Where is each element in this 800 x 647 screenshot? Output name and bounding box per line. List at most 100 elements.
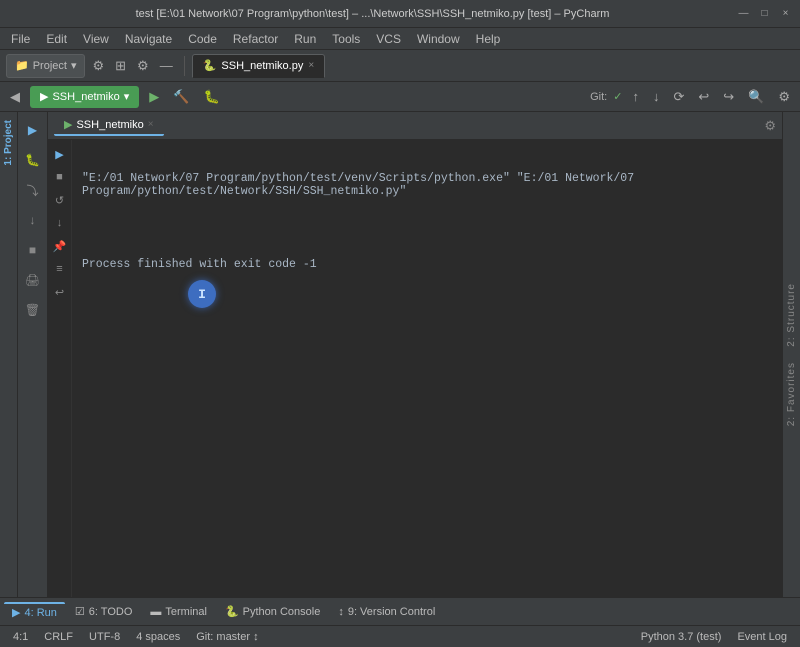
right-tabs: 2: Structure 2: Favorites	[782, 112, 800, 597]
title-controls: — □ ×	[737, 7, 792, 20]
python-console-btn[interactable]: 🐍 Python Console	[217, 603, 328, 620]
tab-close-btn[interactable]: ×	[308, 60, 314, 71]
chevron-down-icon: ▾	[71, 59, 77, 72]
run-scroll-btn[interactable]: ↓	[50, 213, 70, 233]
run-side-buttons: ▶ ■ ↺ ↓ 📌 ≡ ↩	[48, 140, 72, 597]
menu-edit[interactable]: Edit	[39, 30, 74, 48]
close-btn[interactable]: ×	[779, 7, 792, 20]
terminal-label: Terminal	[165, 606, 207, 618]
step-over-icon[interactable]: ⤵	[20, 177, 46, 203]
toolbar-settings-icon[interactable]: ⚙	[88, 56, 108, 76]
minimize-btn[interactable]: —	[737, 7, 750, 20]
run-wrap-btn[interactable]: ↩	[50, 282, 70, 302]
run-play-icon[interactable]: ▶	[145, 87, 163, 107]
menu-navigate[interactable]: Navigate	[118, 30, 179, 48]
git-history-icon[interactable]: ⟳	[669, 87, 688, 107]
project-section: 📁 Project ▾ ⚙ ⊞ ⚙ —	[6, 54, 177, 78]
run-icon: ▶	[40, 90, 48, 103]
menu-run[interactable]: Run	[287, 30, 323, 48]
menu-help[interactable]: Help	[469, 30, 508, 48]
run-filter-btn[interactable]: ≡	[50, 259, 70, 279]
todo-bottom-btn[interactable]: ☑ 6: TODO	[67, 603, 140, 620]
project-button[interactable]: 📁 Project ▾	[6, 54, 85, 78]
terminal-output[interactable]: "E:/01 Network/07 Program/python/test/ve…	[72, 140, 782, 597]
encoding[interactable]: UTF-8	[84, 631, 125, 643]
python-console-icon: 🐍	[225, 605, 239, 618]
run-panel-settings-icon[interactable]: ⚙	[764, 118, 776, 134]
menu-vcs[interactable]: VCS	[369, 30, 408, 48]
main-area: 1: Project ▶ 🐛 ⤵ ↓ ■ 🖨 🗑 ▶ SSH_netmiko ×…	[0, 112, 800, 597]
menu-refactor[interactable]: Refactor	[226, 30, 285, 48]
run-back-icon[interactable]: ◀	[6, 87, 24, 107]
exit-line: Process finished with exit code -1	[82, 258, 772, 271]
toolbar-minus-icon[interactable]: —	[156, 56, 177, 75]
run-chevron-icon: ▾	[124, 90, 130, 103]
python-interpreter[interactable]: Python 3.7 (test)	[636, 631, 727, 643]
stop-sidebar-icon[interactable]: ■	[20, 237, 46, 263]
favorites-tab[interactable]: 2: Favorites	[784, 354, 799, 434]
version-control-icon: ↕	[338, 606, 344, 618]
run-bottom-icon: ▶	[12, 606, 20, 619]
todo-label: 6: TODO	[89, 606, 133, 618]
git-push-icon[interactable]: ↓	[649, 87, 664, 106]
trash-icon[interactable]: 🗑	[20, 297, 46, 323]
git-undo-icon[interactable]: ↩	[694, 87, 713, 107]
status-bar: 4:1 CRLF UTF-8 4 spaces Git: master ↕ Py…	[0, 625, 800, 647]
run-tab-close-btn[interactable]: ×	[148, 119, 154, 130]
run-sidebar-icon[interactable]: ▶	[20, 117, 46, 143]
project-sidebar[interactable]: 1: Project	[0, 112, 18, 597]
title-bar: test [E:\01 Network\07 Program\python\te…	[0, 0, 800, 28]
terminal-icon: ▬	[150, 606, 161, 618]
print-icon[interactable]: 🖨	[20, 267, 46, 293]
settings-icon[interactable]: ⚙	[774, 87, 794, 107]
git-status[interactable]: Git: master ↕	[191, 631, 263, 643]
debug-sidebar-icon[interactable]: 🐛	[20, 147, 46, 173]
main-toolbar: 📁 Project ▾ ⚙ ⊞ ⚙ — 🐍 SSH_netmiko.py ×	[0, 50, 800, 82]
toolbar-gear-icon[interactable]: ⚙	[133, 56, 153, 76]
menu-file[interactable]: File	[4, 30, 37, 48]
cursor-position[interactable]: 4:1	[8, 631, 33, 643]
title-text: test [E:\01 Network\07 Program\python\te…	[8, 8, 737, 20]
line-ending[interactable]: CRLF	[39, 631, 78, 643]
menu-window[interactable]: Window	[410, 30, 467, 48]
step-into-icon[interactable]: ↓	[20, 207, 46, 233]
structure-tab[interactable]: 2: Structure	[784, 275, 799, 355]
left-tool-strip: ▶ 🐛 ⤵ ↓ ■ 🖨 🗑	[18, 112, 48, 597]
run-rerun-side-btn[interactable]: ↺	[50, 190, 70, 210]
run-stop-side-btn[interactable]: ■	[50, 167, 70, 187]
toolbar-separator	[184, 56, 185, 76]
menu-view[interactable]: View	[76, 30, 116, 48]
menu-code[interactable]: Code	[181, 30, 224, 48]
bottom-toolbar: ▶ 4: Run ☑ 6: TODO ▬ Terminal 🐍 Python C…	[0, 597, 800, 625]
command-line: "E:/01 Network/07 Program/python/test/ve…	[82, 172, 772, 198]
project-panel-label[interactable]: 1: Project	[1, 112, 16, 174]
git-update-icon[interactable]: ↑	[628, 87, 643, 106]
run-tab[interactable]: ▶ SSH_netmiko ×	[54, 115, 164, 136]
project-label: Project	[33, 60, 67, 72]
tab-label: SSH_netmiko.py	[221, 60, 303, 72]
run-config-btn[interactable]: ▶ SSH_netmiko ▾	[30, 86, 139, 108]
menu-tools[interactable]: Tools	[325, 30, 367, 48]
cursor-indicator: I	[188, 280, 216, 308]
search-everywhere-icon[interactable]: 🔍	[744, 87, 768, 107]
run-pin-btn[interactable]: 📌	[50, 236, 70, 256]
folder-icon: 📁	[15, 59, 29, 72]
ssh-netmiko-tab[interactable]: 🐍 SSH_netmiko.py ×	[192, 54, 325, 78]
run-content: ▶ ■ ↺ ↓ 📌 ≡ ↩ "E:/01 Network/07 Program/…	[48, 140, 782, 597]
run-debug-icon[interactable]: 🐛	[199, 87, 223, 107]
indent-setting[interactable]: 4 spaces	[131, 631, 185, 643]
run-toolbar: ◀ ▶ SSH_netmiko ▾ ▶ 🔨 🐛 Git: ✓ ↑ ↓ ⟳ ↩ ↪…	[0, 82, 800, 112]
version-control-btn[interactable]: ↕ 9: Version Control	[330, 604, 443, 620]
run-tab-bar: ▶ SSH_netmiko × ⚙	[48, 112, 782, 140]
terminal-bottom-btn[interactable]: ▬ Terminal	[142, 604, 215, 620]
toolbar-layout-icon[interactable]: ⊞	[111, 56, 130, 76]
git-redo-icon[interactable]: ↪	[719, 87, 738, 107]
run-build-icon[interactable]: 🔨	[169, 87, 193, 107]
run-config-label: SSH_netmiko	[52, 91, 119, 103]
run-play-side-btn[interactable]: ▶	[50, 144, 70, 164]
run-tab-icon: ▶	[64, 118, 72, 131]
maximize-btn[interactable]: □	[758, 7, 771, 20]
run-bottom-btn[interactable]: ▶ 4: Run	[4, 602, 65, 621]
event-log[interactable]: Event Log	[732, 631, 792, 643]
git-check-icon: ✓	[613, 90, 622, 103]
